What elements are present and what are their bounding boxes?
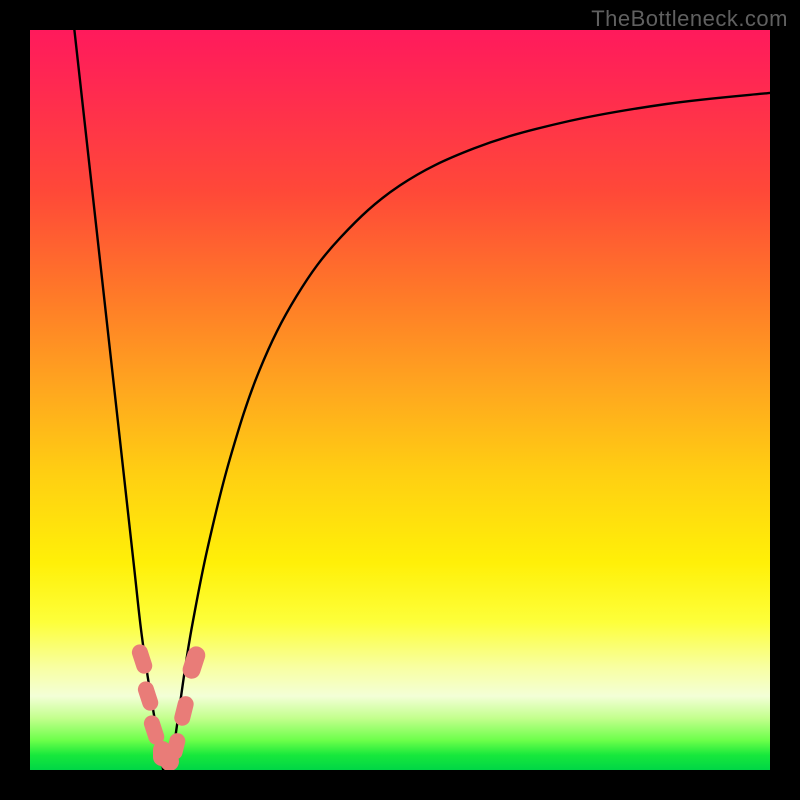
chart-frame: TheBottleneck.com [0,0,800,800]
curve-right-branch [171,93,770,770]
plot-area [30,30,770,770]
watermark-text: TheBottleneck.com [591,6,788,32]
